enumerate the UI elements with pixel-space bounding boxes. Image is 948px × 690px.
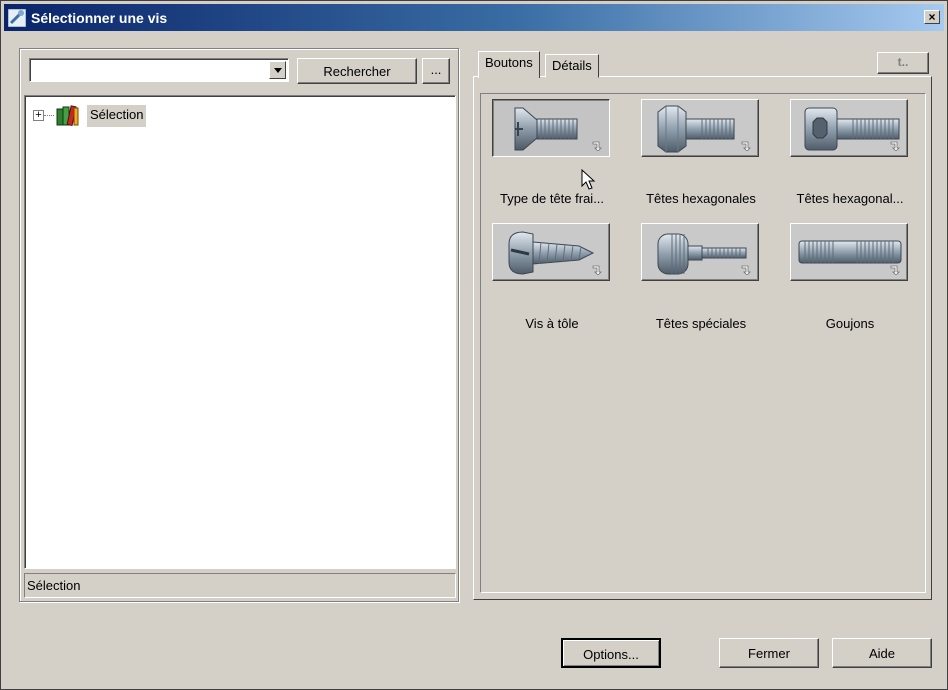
tile-button[interactable] — [790, 223, 908, 281]
close-button[interactable]: Fermer — [719, 638, 819, 668]
help-button[interactable]: Aide — [832, 638, 932, 668]
selection-tree[interactable]: + Sélection — [24, 95, 456, 569]
status-text: Sélection — [27, 578, 81, 593]
status-bar: Sélection — [24, 573, 456, 598]
tile-button[interactable] — [492, 99, 610, 157]
corner-arrow-icon — [592, 141, 602, 151]
tab-boutons[interactable]: Boutons — [478, 51, 540, 78]
dialog-window: Sélectionner une vis × Rechercher ... + … — [0, 0, 948, 690]
tree-item-label: Sélection — [87, 105, 147, 127]
corner-arrow-icon — [890, 141, 900, 151]
corner-arrow-icon — [741, 265, 751, 275]
search-button[interactable]: Rechercher — [297, 58, 417, 84]
tile-label: Têtes hexagonales — [646, 191, 756, 206]
tile-button[interactable] — [492, 223, 610, 281]
corner-arrow-icon — [890, 265, 900, 275]
books-icon — [56, 105, 79, 126]
tab-details-label: Détails — [552, 58, 592, 73]
title-bar[interactable]: Sélectionner une vis × — [4, 4, 944, 31]
options-button[interactable]: Options... — [561, 638, 661, 668]
corner-arrow-icon — [741, 141, 751, 151]
search-combobox[interactable] — [29, 58, 289, 82]
tab-details[interactable]: Détails — [545, 54, 599, 78]
combobox-dropdown-arrow-icon[interactable] — [269, 61, 286, 79]
tile-button[interactable] — [641, 99, 759, 157]
navigate-up-icon: t.. — [897, 55, 909, 69]
mouse-cursor-icon — [581, 169, 596, 190]
tree-expander-glyph: + — [35, 109, 42, 121]
tree-expander-plus-icon[interactable]: + — [33, 110, 44, 121]
tile-button[interactable] — [641, 223, 759, 281]
close-window-button[interactable]: × — [924, 10, 940, 24]
buttons-view — [480, 93, 926, 593]
tile-label: Vis à tôle — [525, 316, 579, 331]
tile-label: Type de tête frai... — [499, 191, 605, 206]
tile-button[interactable] — [790, 99, 908, 157]
tile-label: Goujons — [825, 316, 875, 331]
tile-label: Têtes spéciales — [655, 316, 747, 331]
tab-boutons-label: Boutons — [485, 55, 533, 70]
browse-button[interactable]: ... — [422, 58, 450, 84]
corner-arrow-icon — [592, 265, 602, 275]
navigate-up-button[interactable]: t.. — [877, 52, 929, 74]
tile-label: Têtes hexagonal... — [796, 191, 904, 206]
tree-connector-line — [44, 115, 54, 116]
screw-app-icon — [8, 9, 26, 27]
window-title: Sélectionner une vis — [31, 10, 168, 26]
